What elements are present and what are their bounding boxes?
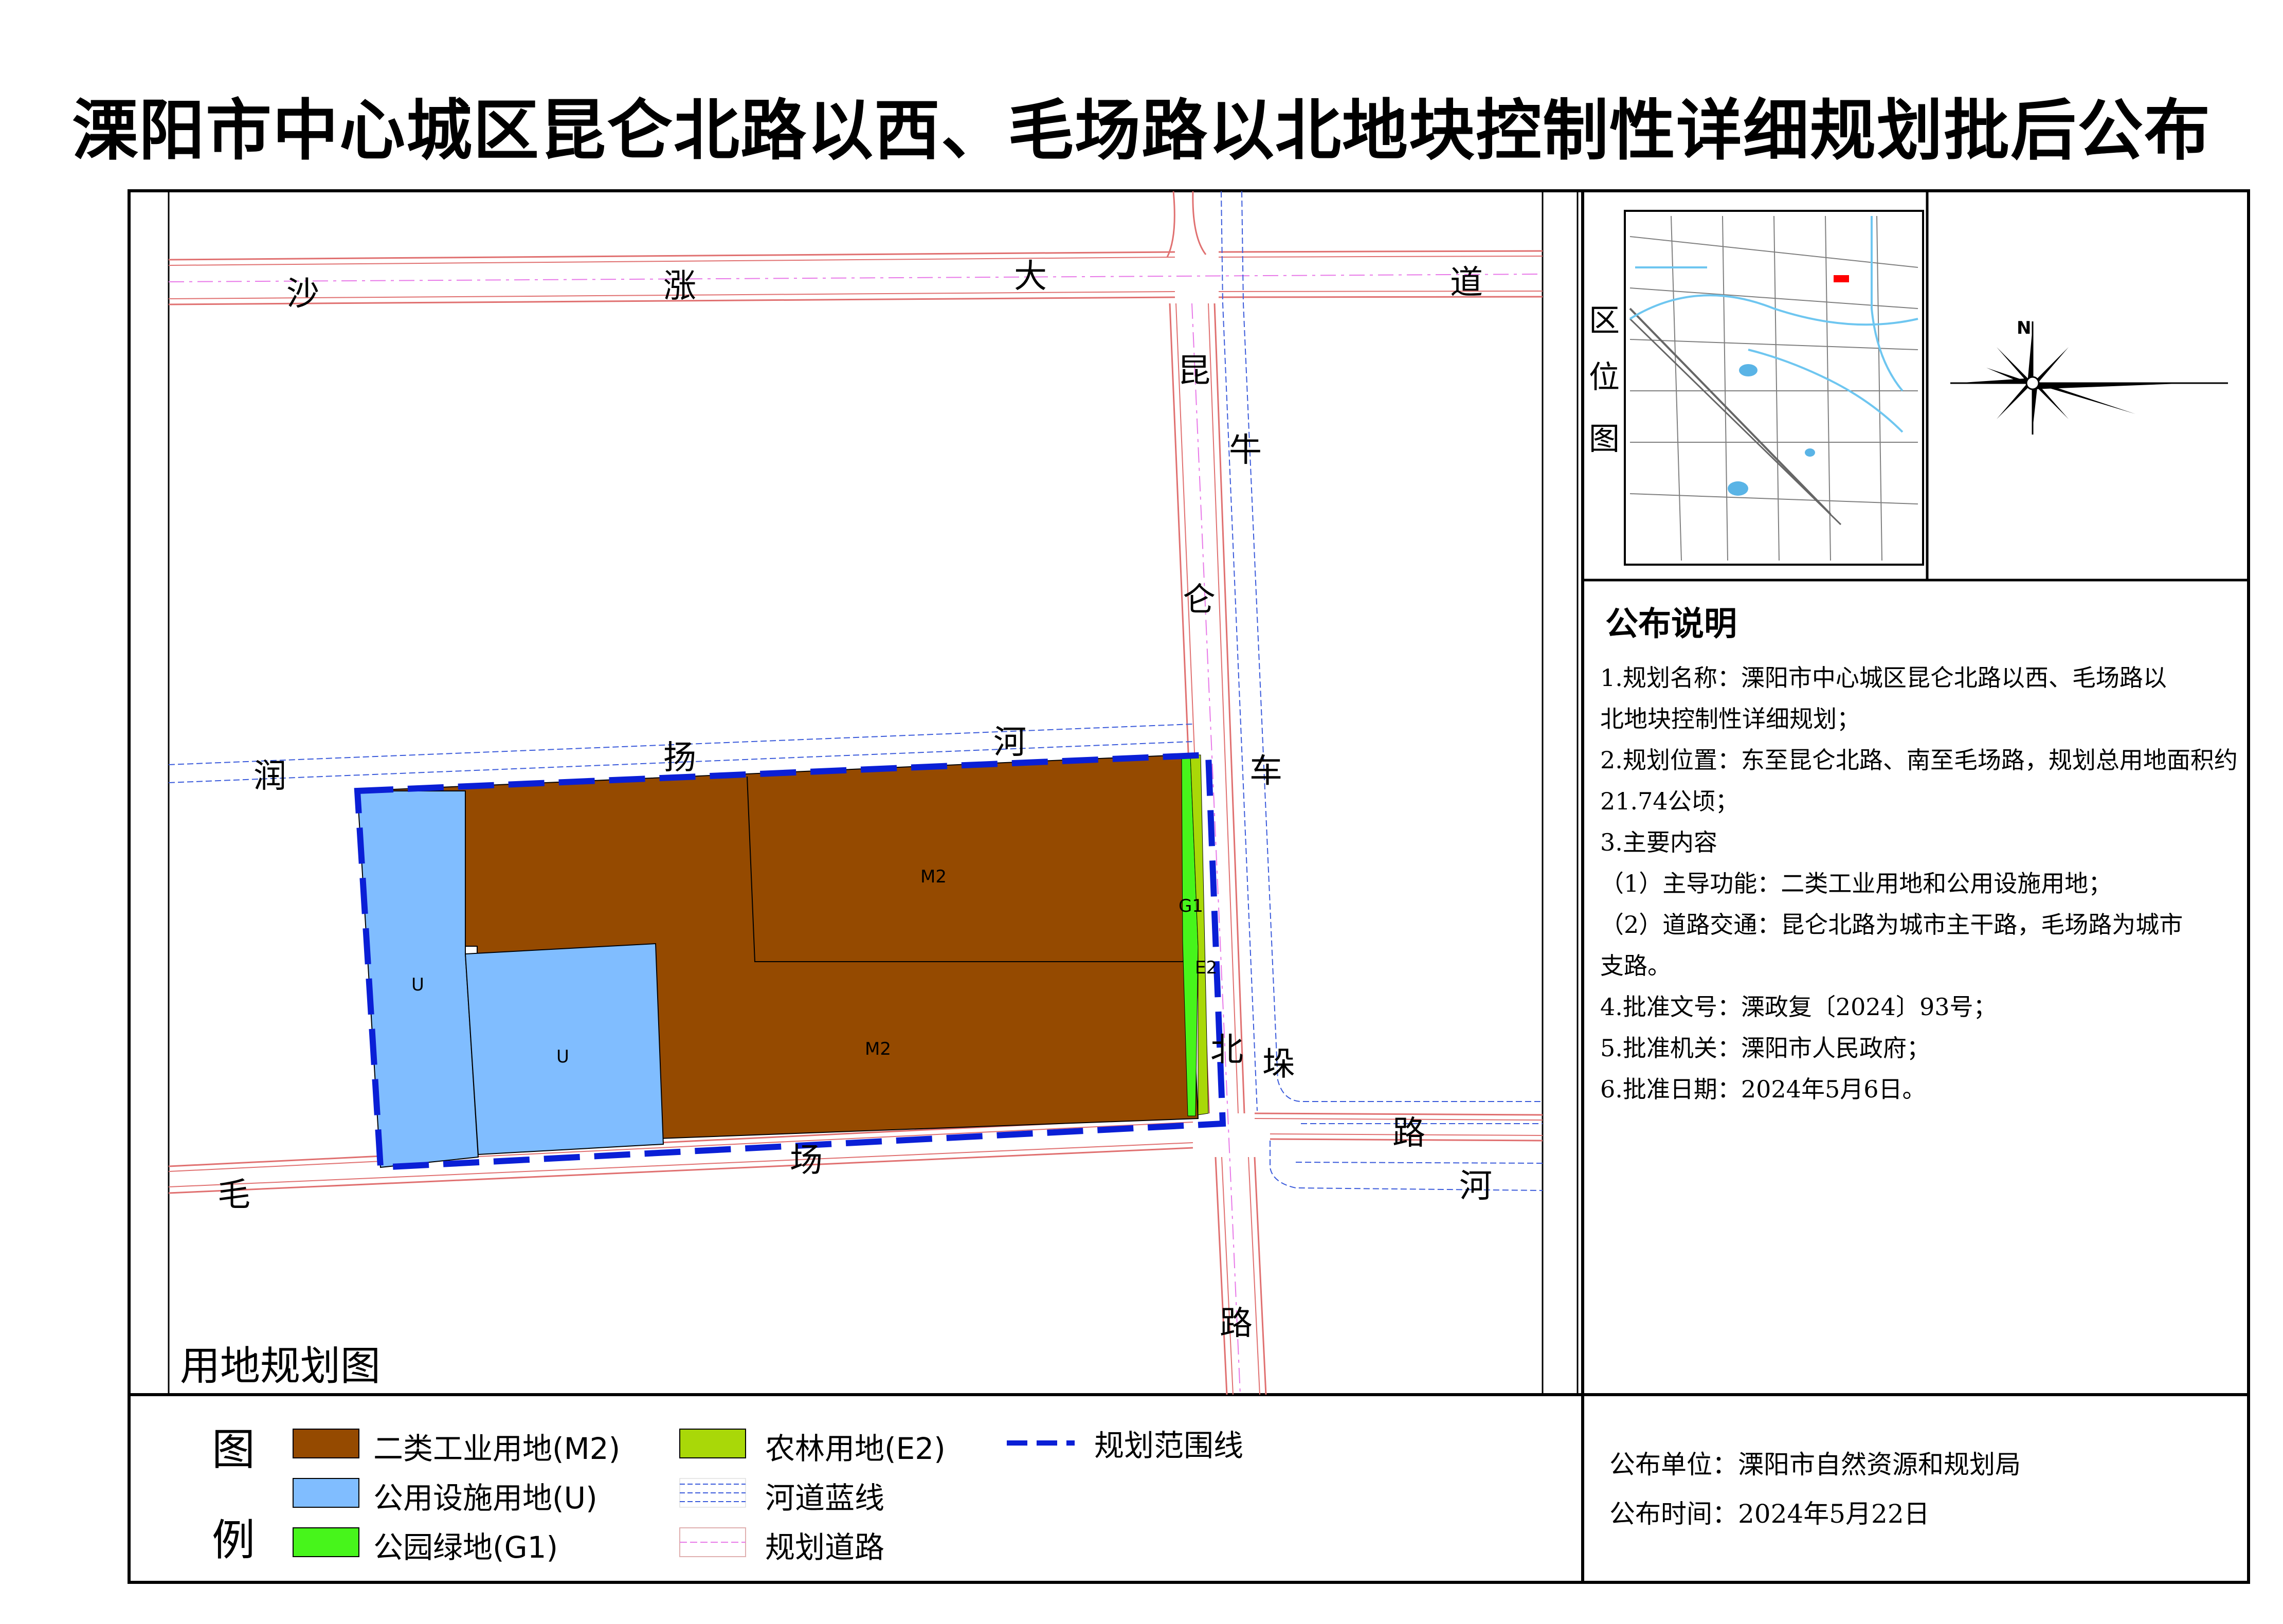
- road-label-char: 道: [1450, 264, 1483, 302]
- river-label-char: 河: [993, 724, 1026, 762]
- publish-time: 公布时间：2024年5月22日: [1609, 1499, 1930, 1529]
- notice-line: （1）主导功能：二类工业用地和公用设施用地；: [1600, 870, 2112, 897]
- north-label: N: [2017, 318, 2032, 338]
- publisher: 公布单位：溧阳市自然资源和规划局: [1609, 1450, 2021, 1479]
- river-label-char: 垛: [1262, 1045, 1295, 1084]
- river-label-char: 河: [1459, 1167, 1492, 1205]
- parcel-code-m2-north: M2: [920, 867, 947, 887]
- road-label-char: 昆: [1177, 352, 1210, 390]
- river-label-char: 润: [253, 757, 286, 796]
- road-label-char: 路: [1220, 1305, 1253, 1343]
- legend-label-road: 规划道路: [765, 1530, 885, 1565]
- parcel-code-u-west: U: [411, 975, 424, 995]
- notice-line: （2）道路交通：昆仑北路为城市主干路，毛场路为城市: [1600, 911, 2183, 939]
- legend-label-boundary: 规划范围线: [1094, 1428, 1244, 1463]
- notice-line: 1.规划名称：溧阳市中心城区昆仑北路以西、毛场路以: [1600, 664, 2167, 692]
- road-label-char: 沙: [286, 275, 319, 313]
- parcel-code-u-mid: U: [556, 1046, 569, 1067]
- map-caption: 用地规划图: [180, 1343, 381, 1390]
- north-arrow-icon: [1950, 321, 2228, 435]
- notice-line: 3.主要内容: [1600, 828, 1717, 856]
- road-label-char: 毛: [218, 1176, 250, 1214]
- legend-label-m2: 二类工业用地(M2): [373, 1431, 621, 1466]
- road-label-char: 大: [1014, 258, 1047, 296]
- legend-swatch-u: [293, 1478, 359, 1508]
- inset-label-char: 区: [1589, 303, 1620, 339]
- legend-swatch-e2: [679, 1429, 746, 1458]
- notice-line: 6.批准日期：2024年5月6日。: [1600, 1075, 1926, 1103]
- legend-heading-char: 图: [212, 1424, 256, 1475]
- legend-label-e2: 农林用地(E2): [765, 1431, 946, 1466]
- notice-line: 4.批准文号：溧政复〔2024〕93号；: [1600, 993, 1997, 1021]
- road-label-char: 仑: [1183, 581, 1216, 619]
- road-shazhang-avenue: [168, 250, 1543, 305]
- notice-line: 21.74公顷；: [1600, 787, 1739, 815]
- river-label-char: 车: [1249, 752, 1282, 790]
- legend-heading-char: 例: [212, 1515, 256, 1565]
- parcel-code-g1: G1: [1179, 896, 1203, 916]
- legend-label-g1: 公园绿地(G1): [373, 1530, 558, 1565]
- location-inset-map: [1624, 210, 1924, 566]
- site-location-marker: [1834, 275, 1849, 282]
- notice-line: 北地块控制性详细规划；: [1600, 705, 1860, 733]
- inset-label-char: 图: [1589, 421, 1620, 457]
- road-label-char: 北: [1210, 1031, 1243, 1069]
- road-label-char: 场: [790, 1142, 823, 1180]
- notice-body: 1.规划名称：溧阳市中心城区昆仑北路以西、毛场路以 北地块控制性详细规划； 2.…: [1600, 657, 2238, 1110]
- legend-label-u: 公用设施用地(U): [373, 1481, 597, 1515]
- legend-swatch-m2: [293, 1429, 359, 1458]
- legend-label-river: 河道蓝线: [765, 1481, 885, 1515]
- notice-line: 2.规划位置：东至昆仑北路、南至毛场路，规划总用地面积约: [1600, 746, 2238, 774]
- parcel-code-m2-south: M2: [865, 1039, 891, 1059]
- inset-label-char: 位: [1589, 359, 1620, 395]
- road-label-char: 涨: [663, 267, 696, 305]
- notice-heading: 公布说明: [1605, 605, 1737, 643]
- legend-swatch-road: [679, 1527, 746, 1557]
- notice-line: 5.批准机关：溧阳市人民政府；: [1600, 1034, 1930, 1062]
- notice-line: 支路。: [1600, 952, 1671, 980]
- river-label-char: 牛: [1229, 431, 1262, 470]
- legend-swatch-g1: [293, 1527, 359, 1557]
- river-label-char: 扬: [663, 739, 696, 777]
- parcel-code-e2: E2: [1195, 958, 1218, 978]
- legend-swatch-river: [679, 1478, 746, 1508]
- road-label-char: 路: [1392, 1114, 1425, 1152]
